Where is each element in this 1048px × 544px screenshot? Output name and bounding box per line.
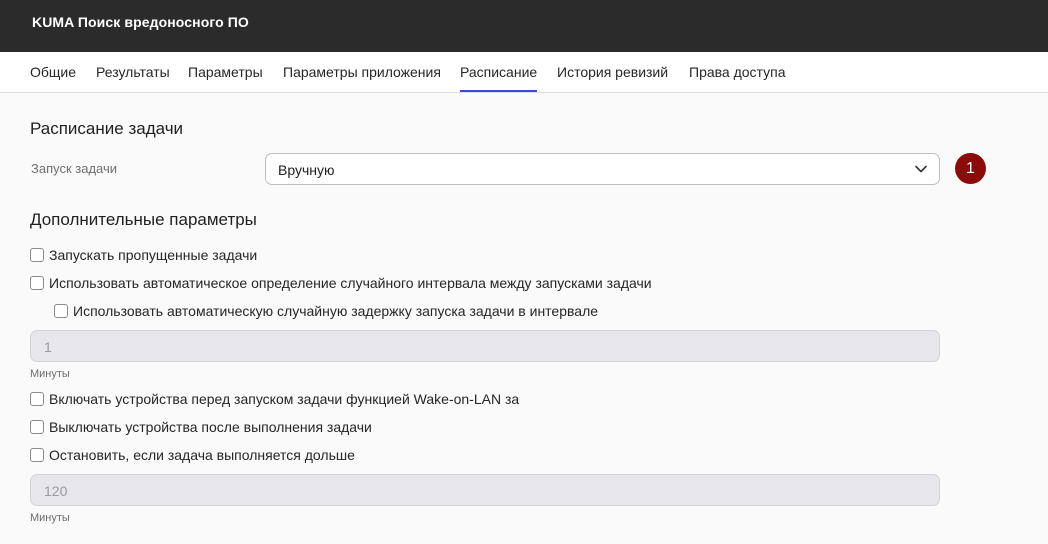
checkbox-box[interactable]	[30, 276, 44, 290]
tab-revision-history[interactable]: История ревизий	[557, 52, 668, 92]
timeout-input[interactable]: 120	[30, 474, 940, 506]
timeout-value: 120	[44, 483, 68, 499]
wake-on-lan-label: Включать устройства перед запуском задач…	[49, 391, 520, 407]
tab-schedule[interactable]: Расписание	[460, 52, 538, 92]
schedule-panel: Расписание задачи Запуск задачи Вручную …	[0, 93, 1048, 544]
run-task-value: Вручную	[278, 162, 335, 178]
stop-if-longer-label: Остановить, если задача выполняется доль…	[49, 447, 355, 463]
title-bar: KUMA Поиск вредоносного ПО	[0, 0, 1048, 52]
delay-input[interactable]: 1	[30, 330, 940, 362]
run-task-select[interactable]: Вручную	[265, 153, 940, 185]
delay-value: 1	[44, 339, 52, 355]
tab-app-parameters[interactable]: Параметры приложения	[283, 52, 441, 92]
tab-parameters[interactable]: Параметры	[188, 52, 263, 92]
delay-unit-label: Минуты	[30, 368, 70, 380]
tab-access-rights[interactable]: Права доступа	[689, 52, 785, 92]
checkbox-box[interactable]	[30, 392, 44, 406]
wake-on-lan-checkbox[interactable]: Включать устройства перед запуском задач…	[30, 390, 519, 408]
shutdown-after-label: Выключать устройства после выполнения за…	[49, 419, 372, 435]
tab-general[interactable]: Общие	[30, 52, 76, 92]
shutdown-after-checkbox[interactable]: Выключать устройства после выполнения за…	[30, 418, 372, 436]
auto-random-interval-label: Использовать автоматическое определение …	[49, 275, 652, 291]
checkbox-box[interactable]	[30, 448, 44, 462]
run-task-label: Запуск задачи	[31, 161, 118, 176]
checkbox-box[interactable]	[30, 248, 44, 262]
tab-bar: Общие Результаты Параметры Параметры при…	[0, 52, 1048, 93]
advanced-section-title: Дополнительные параметры	[30, 210, 257, 229]
auto-random-delay-checkbox[interactable]: Использовать автоматическую случайную за…	[54, 302, 598, 320]
tab-results[interactable]: Результаты	[96, 52, 170, 92]
app-title: KUMA Поиск вредоносного ПО	[32, 14, 249, 30]
checkbox-box[interactable]	[54, 304, 68, 318]
stop-if-longer-checkbox[interactable]: Остановить, если задача выполняется доль…	[30, 446, 355, 464]
chevron-down-icon	[915, 165, 927, 173]
checkbox-box[interactable]	[30, 420, 44, 434]
callout-badge: 1	[955, 153, 986, 184]
run-missed-tasks-label: Запускать пропущенные задачи	[49, 247, 258, 263]
auto-random-delay-label: Использовать автоматическую случайную за…	[73, 303, 599, 319]
auto-random-interval-checkbox[interactable]: Использовать автоматическое определение …	[30, 274, 652, 292]
run-missed-tasks-checkbox[interactable]: Запускать пропущенные задачи	[30, 246, 257, 264]
schedule-section-title: Расписание задачи	[30, 119, 184, 138]
timeout-unit-label: Минуты	[30, 512, 70, 524]
